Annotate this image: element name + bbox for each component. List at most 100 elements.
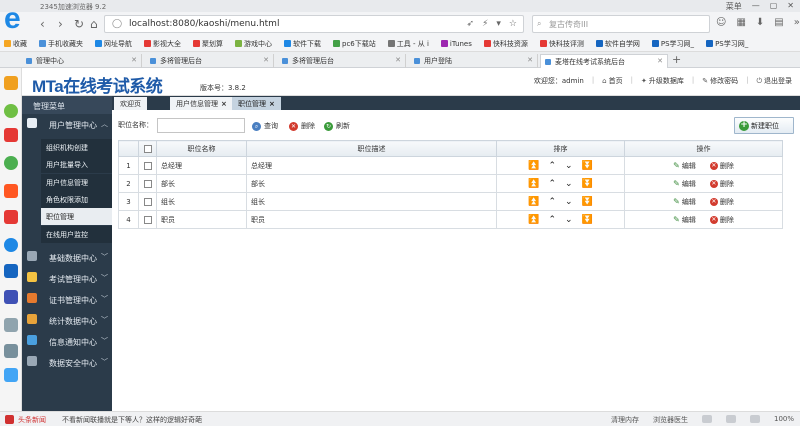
bookmark-item[interactable]: 网址导航 [95, 39, 132, 49]
bookmark-item[interactable]: 手机收藏夹 [39, 39, 83, 49]
shop-icon[interactable] [4, 210, 18, 224]
move-bottom-icon[interactable]: ⏬ [582, 197, 593, 207]
bookmark-label[interactable]: iTunes [450, 40, 472, 48]
sidebar-item[interactable]: 组织机构创建 [41, 139, 112, 156]
edit-button[interactable]: ✎ 编辑 [673, 179, 696, 189]
video-icon[interactable] [4, 264, 18, 278]
sidebar-group[interactable]: 统计数据中心 ﹀ [22, 310, 112, 330]
dropdown-icon[interactable]: ▾ [496, 19, 501, 29]
address-url[interactable]: localhost:8080/kaoshi/menu.html [129, 19, 279, 29]
news-icon[interactable] [4, 128, 18, 142]
content-tab-label[interactable]: 欢迎页 [120, 100, 141, 108]
menu-label[interactable]: 菜单 [726, 1, 742, 12]
user-icon[interactable]: ☺ [716, 17, 726, 28]
move-top-icon[interactable]: ⏫ [528, 215, 539, 225]
sidebar-group[interactable]: 基础数据中心 ﹀ [22, 247, 112, 267]
browser-tab[interactable]: 多将管理后台 ✕ [146, 54, 274, 68]
tab-label[interactable]: 用户登陆 [424, 57, 452, 65]
star-icon[interactable]: ☆ [509, 19, 517, 29]
home-icon[interactable]: ⌂ [90, 17, 98, 31]
edit-button[interactable]: ✎ 编辑 [673, 161, 696, 171]
tab-label[interactable]: 管理中心 [36, 57, 64, 65]
back-icon[interactable]: ‹ [40, 17, 45, 31]
header-name[interactable]: 职位名称 [156, 140, 247, 157]
address-bar[interactable]: ◯ localhost:8080/kaoshi/menu.html ➶ ⚡ ▾ … [104, 15, 524, 33]
status-item[interactable] [701, 415, 712, 423]
delete-label[interactable]: 删除 [720, 215, 734, 225]
sidebar-item[interactable]: 用户批量导入 [41, 156, 112, 174]
browser-tab[interactable]: 多将管理后台 ✕ [278, 54, 406, 68]
tab-close-icon[interactable]: ✕ [657, 57, 663, 65]
home-link[interactable]: ⌂ 首页 [602, 76, 622, 86]
bookmark-item[interactable]: pc6下载站 [333, 39, 376, 49]
bookmark-label[interactable]: PS学习网_ [661, 39, 694, 49]
delete-button[interactable]: ✕ 删除 [709, 179, 734, 189]
move-down-icon[interactable]: ⌄ [565, 215, 573, 225]
row-checkbox[interactable] [143, 197, 152, 206]
bookmark-label[interactable]: 快科技资源 [493, 39, 528, 49]
move-up-icon[interactable]: ⌃ [548, 215, 556, 225]
more-icon[interactable]: » [794, 17, 800, 28]
header-desc[interactable]: 职位描述 [246, 140, 497, 157]
tab-close-icon[interactable]: ✕ [131, 56, 137, 64]
desktop-icon[interactable] [4, 368, 18, 382]
move-bottom-icon[interactable]: ⏬ [582, 179, 593, 189]
bookmark-label[interactable]: PS学习网_ [715, 39, 748, 49]
header-checkbox[interactable] [138, 140, 157, 157]
grid-icon[interactable]: ▦ [736, 17, 745, 28]
content-tab-label[interactable]: 用户信息管理 [176, 100, 218, 108]
bookmark-item[interactable]: 收藏 [4, 39, 27, 49]
row-checkbox-cell[interactable] [138, 192, 157, 211]
move-top-icon[interactable]: ⏫ [528, 179, 539, 189]
edit-label[interactable]: 编辑 [682, 215, 696, 225]
sidebar-group-label[interactable]: 证书管理中心 [49, 296, 97, 305]
delete-label[interactable]: 删除 [720, 161, 734, 171]
delete-button[interactable]: ✕ 删除 [289, 121, 315, 131]
move-down-icon[interactable]: ⌄ [565, 161, 573, 171]
bookmark-item[interactable]: 软件下载 [284, 39, 321, 49]
logout-link[interactable]: ⏻ 退出登录 [756, 76, 792, 86]
delete-button[interactable]: ✕ 删除 [709, 197, 734, 207]
row-checkbox-cell[interactable] [138, 210, 157, 229]
bookmark-item[interactable]: 聚划算 [193, 39, 223, 49]
edit-button[interactable]: ✎ 编辑 [673, 197, 696, 207]
calculator-icon[interactable] [4, 318, 18, 332]
bookmark-item[interactable]: PS学习网_ [706, 39, 748, 49]
tab-label[interactable]: 多将管理后台 [292, 57, 334, 65]
sidebar-group-label[interactable]: 基础数据中心 [49, 254, 97, 263]
news-headline[interactable]: 不看新闻联播就是下等人？这样的逻辑好奇葩 [62, 415, 202, 425]
sidebar-group-label[interactable]: 统计数据中心 [49, 317, 97, 326]
sidebar-group[interactable]: 数据安全中心 ﹀ [22, 352, 112, 372]
maximize-icon[interactable]: ▢ [770, 1, 778, 12]
minimize-icon[interactable]: — [752, 1, 760, 12]
book-icon[interactable] [4, 344, 18, 358]
upgrade-link[interactable]: ✦ 升级数据库 [641, 76, 684, 86]
table-row[interactable]: 2 部长 部长 ⏫ ⌃ ⌄ ⏬ ✎ 编辑 ✕ 删除 [118, 174, 783, 193]
browser-logo-icon[interactable]: e [4, 4, 32, 36]
delete-button[interactable]: ✕ 删除 [709, 161, 734, 171]
move-up-icon[interactable]: ⌃ [548, 179, 556, 189]
row-checkbox-cell[interactable] [138, 174, 157, 193]
sidebar-item[interactable]: 角色权限添加 [41, 190, 112, 208]
move-bottom-icon[interactable]: ⏬ [582, 161, 593, 171]
chat-icon[interactable] [4, 156, 18, 170]
content-tab-label[interactable]: 职位管理 [238, 100, 266, 108]
change-password-link[interactable]: ✎ 修改密码 [702, 76, 738, 86]
move-down-icon[interactable]: ⌄ [565, 197, 573, 207]
new-tab-icon[interactable]: + [672, 53, 681, 66]
bookmark-item[interactable]: 快科技评测 [539, 39, 584, 49]
tab-close-icon[interactable]: ✕ [395, 56, 401, 64]
star-icon[interactable] [4, 76, 18, 90]
bookmark-item[interactable]: 快科技资源 [483, 39, 528, 49]
select-all-checkbox[interactable] [143, 144, 152, 153]
bookmark-label[interactable]: 软件自学网 [605, 39, 640, 49]
move-up-icon[interactable]: ⌃ [548, 161, 556, 171]
close-icon[interactable]: ✕ [787, 1, 794, 12]
browser-tab[interactable]: 用户登陆 ✕ [410, 54, 538, 68]
browser-tab[interactable]: 管理中心 ✕ [22, 54, 142, 68]
sidebar-group[interactable]: 证书管理中心 ﹀ [22, 289, 112, 309]
sidebar-group[interactable]: 信息通知中心 ﹀ [22, 331, 112, 351]
sidebar-group[interactable]: 考试管理中心 ﹀ [22, 268, 112, 288]
row-checkbox-cell[interactable] [138, 156, 157, 175]
bookmark-label[interactable]: 快科技评测 [549, 39, 584, 49]
